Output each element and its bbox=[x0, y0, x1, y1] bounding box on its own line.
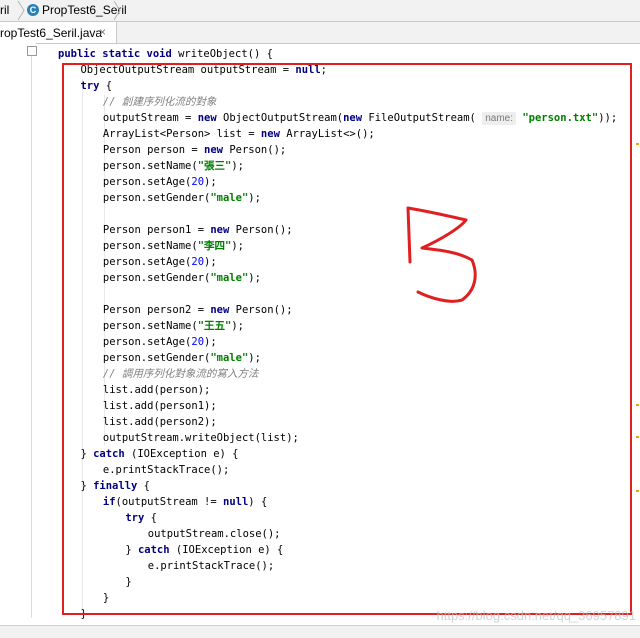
tab-label: ropTest6_Seril.java bbox=[0, 26, 103, 40]
breadcrumb: ril C PropTest6_Seril bbox=[0, 0, 640, 22]
highlight-box bbox=[62, 63, 632, 615]
fold-guide-line bbox=[31, 56, 32, 618]
error-stripe-mark[interactable] bbox=[636, 143, 639, 145]
editor-tab-bar: ropTest6_Seril.java × bbox=[0, 22, 640, 44]
breadcrumb-item-package[interactable]: ril bbox=[0, 3, 9, 17]
error-stripe-mark[interactable] bbox=[636, 436, 639, 438]
code-token: () { bbox=[247, 48, 273, 60]
watermark: https://blog.csdn.net/qq_36957891 bbox=[436, 608, 637, 623]
error-stripe-mark[interactable] bbox=[636, 404, 639, 406]
chevron-right-icon bbox=[17, 0, 25, 21]
code-token: writeObject bbox=[178, 48, 248, 60]
code-token: public static void bbox=[58, 48, 179, 60]
handwritten-annotation bbox=[406, 206, 477, 303]
code-line[interactable]: public static void writeObject() { bbox=[58, 46, 273, 62]
fold-icon[interactable] bbox=[27, 46, 37, 56]
tab-proptest6-seril-java[interactable]: ropTest6_Seril.java × bbox=[0, 22, 117, 43]
close-icon[interactable]: × bbox=[99, 25, 106, 39]
chevron-right-icon bbox=[113, 0, 121, 21]
error-stripe-mark[interactable] bbox=[636, 490, 639, 492]
class-icon: C bbox=[27, 4, 39, 16]
status-bar bbox=[0, 625, 640, 638]
